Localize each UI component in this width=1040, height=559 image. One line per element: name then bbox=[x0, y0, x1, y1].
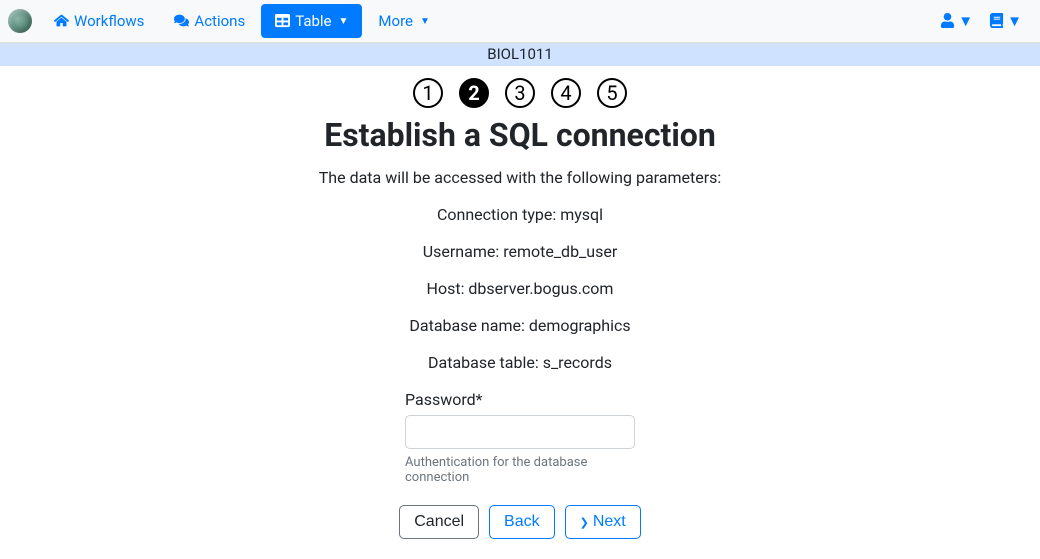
button-row: Cancel Back ❯ Next bbox=[0, 505, 1040, 559]
step-2[interactable]: 2 bbox=[459, 78, 489, 108]
comment-icon bbox=[174, 12, 189, 30]
navbar-right: ▼ ▼ bbox=[940, 12, 1032, 30]
step-indicator: 1 2 3 4 5 bbox=[0, 78, 1040, 108]
step-4[interactable]: 4 bbox=[551, 78, 581, 108]
param-dbname: Database name: demographics bbox=[0, 316, 1040, 335]
caret-down-icon: ▼ bbox=[958, 12, 973, 30]
page-title: Establish a SQL connection bbox=[0, 116, 1040, 154]
param-dbtable: Database table: s_records bbox=[0, 353, 1040, 372]
password-input[interactable] bbox=[405, 415, 635, 449]
caret-down-icon: ▼ bbox=[339, 16, 349, 27]
back-button-label: Back bbox=[504, 513, 540, 531]
chevron-right-icon: ❯ bbox=[580, 516, 589, 529]
nav-actions[interactable]: Actions bbox=[160, 4, 259, 38]
caret-down-icon: ▼ bbox=[420, 16, 430, 27]
next-button-label: Next bbox=[593, 513, 626, 531]
cancel-button-label: Cancel bbox=[414, 513, 464, 531]
back-button[interactable]: Back bbox=[489, 505, 555, 539]
password-label: Password* bbox=[405, 390, 635, 409]
nav-workflows[interactable]: Workflows bbox=[40, 4, 158, 38]
password-form: Password* Authentication for the databas… bbox=[405, 390, 635, 485]
param-conn-type: Connection type: mysql bbox=[0, 205, 1040, 224]
caret-down-icon: ▼ bbox=[1007, 12, 1022, 30]
user-menu[interactable]: ▼ bbox=[940, 12, 973, 30]
password-help: Authentication for the database connecti… bbox=[405, 455, 635, 485]
nav-more[interactable]: More ▼ bbox=[364, 4, 443, 38]
nav-actions-label: Actions bbox=[194, 12, 245, 30]
brand-logo[interactable] bbox=[8, 9, 32, 33]
navbar-left: Workflows Actions Table ▼ More ▼ bbox=[8, 4, 444, 38]
home-icon bbox=[54, 12, 69, 30]
book-icon bbox=[989, 12, 1004, 30]
table-icon bbox=[275, 12, 290, 30]
param-host: Host: dbserver.bogus.com bbox=[0, 279, 1040, 298]
nav-table[interactable]: Table ▼ bbox=[261, 4, 362, 38]
cancel-button[interactable]: Cancel bbox=[399, 505, 479, 539]
book-menu[interactable]: ▼ bbox=[989, 12, 1022, 30]
user-icon bbox=[940, 12, 955, 30]
step-1[interactable]: 1 bbox=[413, 78, 443, 108]
page-subtitle: The data will be accessed with the follo… bbox=[0, 168, 1040, 187]
param-username: Username: remote_db_user bbox=[0, 242, 1040, 261]
navbar: Workflows Actions Table ▼ More ▼ ▼ bbox=[0, 0, 1040, 43]
step-3[interactable]: 3 bbox=[505, 78, 535, 108]
next-button[interactable]: ❯ Next bbox=[565, 505, 641, 539]
nav-workflows-label: Workflows bbox=[74, 12, 144, 30]
main-content: 1 2 3 4 5 Establish a SQL connection The… bbox=[0, 66, 1040, 559]
nav-more-label: More bbox=[378, 12, 413, 30]
step-5[interactable]: 5 bbox=[597, 78, 627, 108]
context-bar: BIOL1011 bbox=[0, 43, 1040, 66]
nav-table-label: Table bbox=[295, 12, 331, 30]
